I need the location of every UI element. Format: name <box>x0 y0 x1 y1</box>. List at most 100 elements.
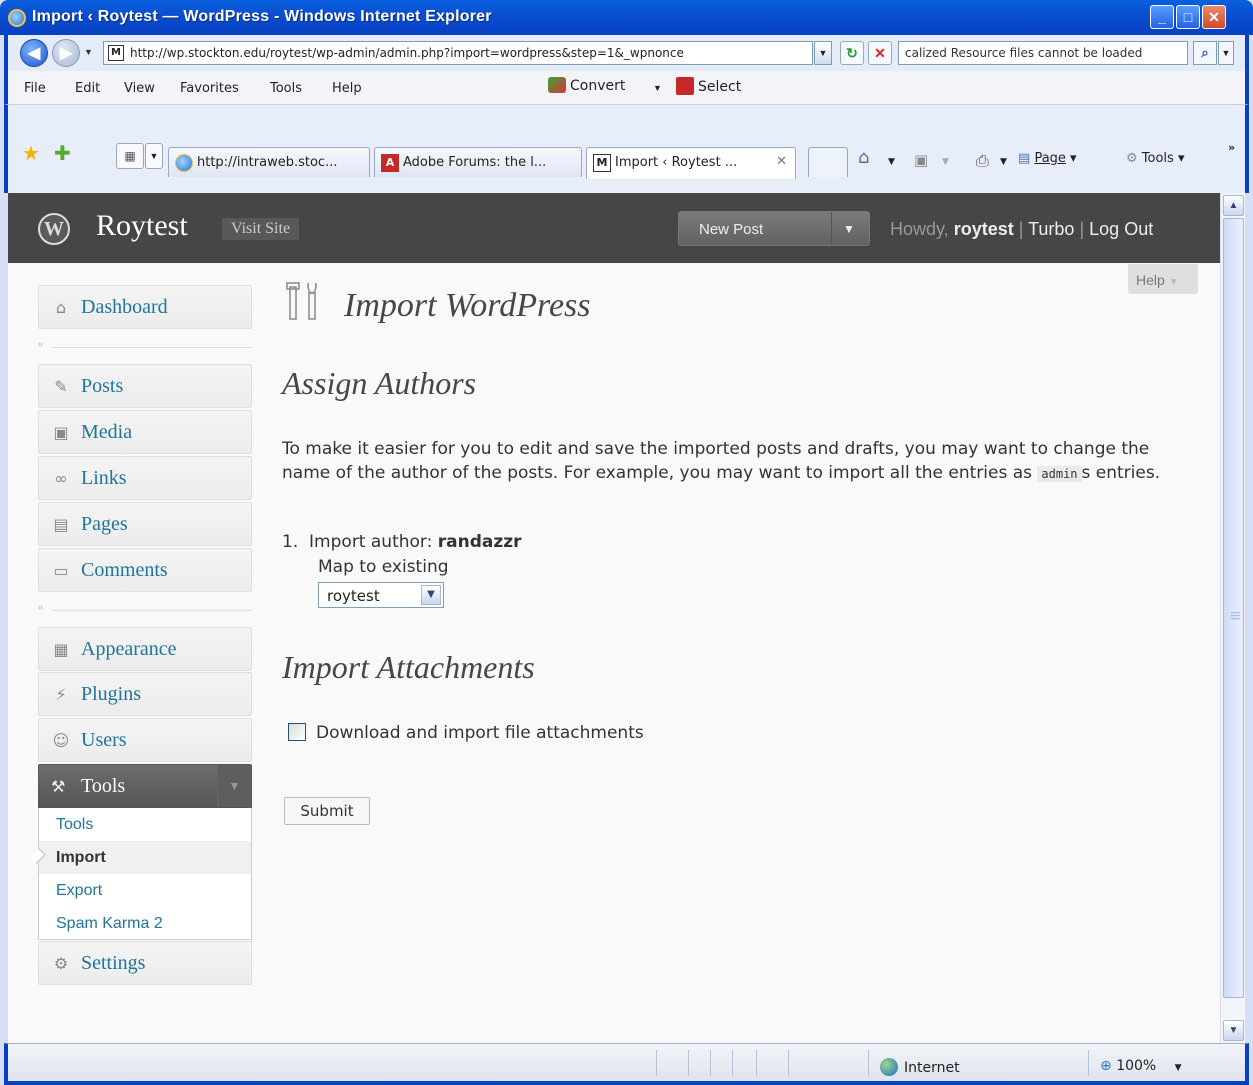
address-input[interactable]: M http://wp.stockton.edu/roytest/wp-admi… <box>103 41 813 65</box>
sidebar-item-posts[interactable]: ✎ Posts <box>38 364 252 408</box>
status-bar: Internet ⊕ 100% ▼ <box>4 1043 1249 1085</box>
menu-help[interactable]: Help <box>332 81 362 96</box>
assign-authors-heading: Assign Authors <box>282 365 477 401</box>
search-input[interactable]: calized Resource files cannot be loaded <box>898 41 1188 65</box>
home-icon[interactable]: ⌂ <box>858 147 869 168</box>
sidebar-item-links[interactable]: ∞ Links <box>38 456 252 500</box>
new-tab-button[interactable] <box>808 147 848 177</box>
sidebar-item-settings[interactable]: ⚙ Settings <box>38 941 252 985</box>
security-zone[interactable]: Internet <box>880 1058 960 1076</box>
status-divider <box>732 1050 733 1076</box>
submit-button[interactable]: Submit <box>284 797 370 825</box>
sidebar-item-pages[interactable]: ▤ Pages <box>38 502 252 546</box>
sidebar-item-appearance[interactable]: ▦ Appearance <box>38 627 252 671</box>
forward-arrow-icon: ▶ <box>59 45 73 62</box>
submenu-spam-karma[interactable]: Spam Karma 2 <box>39 907 251 940</box>
page-menu-button[interactable]: ▤ Page ▾ <box>1018 151 1077 166</box>
zoom-level[interactable]: ⊕ 100% ▼ <box>1100 1058 1182 1074</box>
map-author-select[interactable]: roytest ▼ <box>318 582 444 608</box>
menu-view[interactable]: View <box>124 81 155 96</box>
menu-separator: « <box>38 337 252 357</box>
attachments-checkbox[interactable] <box>288 723 306 741</box>
collapse-menu-icon[interactable]: « <box>38 339 44 350</box>
menu-edit[interactable]: Edit <box>75 81 100 96</box>
window-titlebar[interactable]: Import ‹ Roytest — WordPress - Windows I… <box>0 0 1253 35</box>
add-favorites-star-icon[interactable]: ✚ <box>54 141 71 166</box>
back-arrow-icon: ◀ <box>27 45 41 62</box>
attachments-option[interactable]: Download and import file attachments <box>288 723 644 743</box>
tools-submenu: Tools Import Export Spam Karma 2 <box>38 808 252 940</box>
sidebar-item-comments[interactable]: ▭ Comments <box>38 548 252 592</box>
submenu-import[interactable]: Import <box>39 841 251 874</box>
wordpress-logo-icon[interactable]: W <box>38 213 70 245</box>
sidebar-item-tools[interactable]: ⚒ Tools ▼ <box>38 764 252 808</box>
minimize-button[interactable]: _ <box>1150 5 1174 29</box>
tools-toggle-icon[interactable]: ▼ <box>217 765 251 807</box>
pin-icon: ✎ <box>54 377 68 396</box>
tab-import-roytest[interactable]: M Import ‹ Roytest ... ✕ <box>586 147 796 179</box>
zoom-icon: ⊕ <box>1100 1058 1112 1074</box>
quick-tabs-button[interactable]: ▦ <box>116 143 144 169</box>
site-favicon-icon: M <box>593 154 611 172</box>
tab-intraweb[interactable]: http://intraweb.stoc... <box>168 147 370 177</box>
site-title[interactable]: Roytest <box>96 209 188 243</box>
comment-icon: ▭ <box>53 561 69 580</box>
maximize-button[interactable]: □ <box>1176 5 1200 29</box>
forward-button[interactable]: ▶ <box>52 39 80 67</box>
scroll-thumb[interactable]: — — — <box>1223 218 1244 998</box>
refresh-icon: ↻ <box>846 45 858 61</box>
close-tab-icon[interactable]: ✕ <box>776 154 787 169</box>
site-favicon-icon: M <box>108 45 124 61</box>
recent-pages-dropdown[interactable]: ▼ <box>84 47 93 57</box>
search-button[interactable]: ⌕ <box>1193 41 1217 65</box>
convert-dropdown[interactable]: ▼ <box>653 83 662 93</box>
home-icon: ⌂ <box>55 298 67 317</box>
print-icon[interactable]: ⎙ <box>976 151 989 171</box>
tools-menu-button[interactable]: ⚙ Tools ▾ <box>1126 151 1185 166</box>
menu-tools[interactable]: Tools <box>270 81 302 96</box>
toolbar-overflow-icon[interactable]: » <box>1228 141 1235 154</box>
close-button[interactable]: ✕ <box>1202 5 1226 29</box>
search-options-dropdown[interactable]: ▼ <box>1218 41 1234 65</box>
page-menu-icon: ▤ <box>1018 151 1031 166</box>
status-divider <box>756 1050 757 1076</box>
import-author-name: randazzr <box>437 532 522 552</box>
address-dropdown[interactable]: ▼ <box>814 41 832 65</box>
submenu-export[interactable]: Export <box>39 874 251 907</box>
address-url: http://wp.stockton.edu/roytest/wp-admin/… <box>130 46 684 60</box>
quick-tabs-icon: ▦ <box>124 149 136 163</box>
scroll-down-button[interactable]: ▼ <box>1223 1020 1244 1041</box>
convert-pdf-button[interactable]: Convert <box>548 77 625 94</box>
tab-bar: ★ ✚ ▦ ▼ http://intraweb.stoc... A Adobe … <box>4 105 1249 193</box>
zoom-dropdown-icon[interactable]: ▼ <box>1175 1063 1182 1073</box>
refresh-button[interactable]: ↻ <box>840 41 864 65</box>
back-button[interactable]: ◀ <box>20 39 48 67</box>
sidebar-item-users[interactable]: ☺ Users <box>38 718 252 762</box>
collapse-menu-icon[interactable]: « <box>38 602 44 613</box>
sidebar-item-dashboard[interactable]: ⌂ Dashboard <box>38 285 252 329</box>
home-dropdown[interactable]: ▼ <box>888 157 895 167</box>
vertical-scrollbar[interactable]: ▲ — — — ▼ <box>1220 193 1245 1043</box>
status-divider <box>656 1050 657 1076</box>
menu-file[interactable]: File <box>24 81 46 96</box>
print-dropdown[interactable]: ▼ <box>1000 157 1007 167</box>
feeds-icon[interactable]: ▣ <box>914 151 928 169</box>
scroll-up-button[interactable]: ▲ <box>1223 195 1244 216</box>
author-list: 1. Import author: randazzr Map to existi… <box>282 530 522 580</box>
sidebar-item-plugins[interactable]: ⚡ Plugins <box>38 672 252 716</box>
sidebar-item-media[interactable]: ▣ Media <box>38 410 252 454</box>
feeds-dropdown[interactable]: ▼ <box>942 157 949 167</box>
tab-adobe-forums[interactable]: A Adobe Forums: the l... <box>374 147 582 177</box>
convert-pdf-icon <box>548 77 566 93</box>
status-divider <box>868 1050 869 1076</box>
submenu-tools[interactable]: Tools <box>39 808 251 841</box>
list-item: 1. Import author: randazzr <box>282 532 522 552</box>
tab-list-dropdown[interactable]: ▼ <box>145 143 163 169</box>
select-pdf-button[interactable]: Select <box>676 77 741 95</box>
search-icon: ⌕ <box>1201 45 1209 60</box>
stop-button[interactable]: ✕ <box>868 41 892 65</box>
media-icon: ▣ <box>53 423 69 442</box>
favorites-center-star-icon[interactable]: ★ <box>22 141 40 166</box>
menu-favorites[interactable]: Favorites <box>180 81 239 96</box>
status-divider <box>688 1050 689 1076</box>
